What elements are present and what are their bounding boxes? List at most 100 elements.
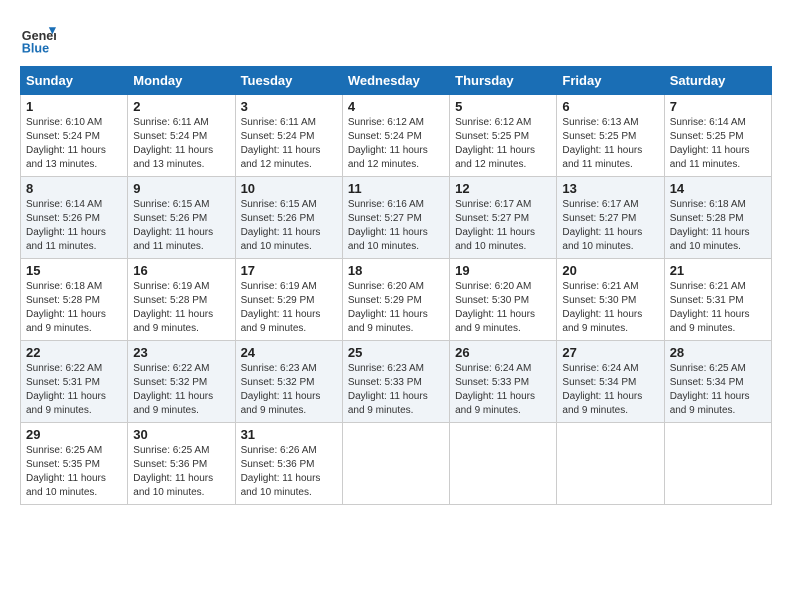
day-number: 21 bbox=[670, 263, 766, 278]
day-number: 29 bbox=[26, 427, 122, 442]
calendar-cell: 14 Sunrise: 6:18 AMSunset: 5:28 PMDayligh… bbox=[664, 177, 771, 259]
calendar-week-row: 22 Sunrise: 6:22 AMSunset: 5:31 PMDayligh… bbox=[21, 341, 772, 423]
day-info: Sunrise: 6:25 AMSunset: 5:35 PMDaylight:… bbox=[26, 444, 122, 500]
logo-icon: General Blue bbox=[20, 20, 56, 56]
day-info: Sunrise: 6:22 AMSunset: 5:31 PMDaylight:… bbox=[26, 362, 122, 418]
calendar-cell: 25Sunrise: 6:23 AMSunset: 5:33 PMDayligh… bbox=[342, 341, 449, 423]
day-number: 26 bbox=[455, 345, 551, 360]
calendar-cell bbox=[664, 423, 771, 505]
calendar-cell: 15 Sunrise: 6:18 AMSunset: 5:28 PMDayligh… bbox=[21, 259, 128, 341]
day-info: Sunrise: 6:11 AMSunset: 5:24 PMDaylight:… bbox=[133, 116, 229, 172]
day-number: 18 bbox=[348, 263, 444, 278]
calendar-cell: 8 Sunrise: 6:14 AMSunset: 5:26 PMDaylight… bbox=[21, 177, 128, 259]
day-info: Sunrise: 6:20 AMSunset: 5:29 PMDaylight:… bbox=[348, 280, 444, 336]
calendar-cell: 4 Sunrise: 6:12 AMSunset: 5:24 PMDaylight… bbox=[342, 95, 449, 177]
calendar-body: 1 Sunrise: 6:10 AMSunset: 5:24 PMDaylight… bbox=[21, 95, 772, 505]
day-number: 20 bbox=[562, 263, 658, 278]
day-number: 30 bbox=[133, 427, 229, 442]
day-info: Sunrise: 6:16 AMSunset: 5:27 PMDaylight:… bbox=[348, 198, 444, 254]
day-number: 19 bbox=[455, 263, 551, 278]
day-number: 12 bbox=[455, 181, 551, 196]
day-info: Sunrise: 6:12 AMSunset: 5:25 PMDaylight:… bbox=[455, 116, 551, 172]
day-info: Sunrise: 6:11 AMSunset: 5:24 PMDaylight:… bbox=[241, 116, 337, 172]
day-number: 1 bbox=[26, 99, 122, 114]
day-number: 4 bbox=[348, 99, 444, 114]
calendar-cell: 27 Sunrise: 6:24 AMSunset: 5:34 PMDayligh… bbox=[557, 341, 664, 423]
day-info: Sunrise: 6:24 AMSunset: 5:34 PMDaylight:… bbox=[562, 362, 658, 418]
day-of-week-header: Saturday bbox=[664, 67, 771, 95]
day-number: 23 bbox=[133, 345, 229, 360]
day-number: 5 bbox=[455, 99, 551, 114]
day-info: Sunrise: 6:18 AMSunset: 5:28 PMDaylight:… bbox=[26, 280, 122, 336]
day-info: Sunrise: 6:15 AMSunset: 5:26 PMDaylight:… bbox=[241, 198, 337, 254]
calendar-cell: 29 Sunrise: 6:25 AMSunset: 5:35 PMDayligh… bbox=[21, 423, 128, 505]
day-info: Sunrise: 6:26 AMSunset: 5:36 PMDaylight:… bbox=[241, 444, 337, 500]
day-info: Sunrise: 6:21 AMSunset: 5:30 PMDaylight:… bbox=[562, 280, 658, 336]
day-info: Sunrise: 6:12 AMSunset: 5:24 PMDaylight:… bbox=[348, 116, 444, 172]
calendar-cell: 22 Sunrise: 6:22 AMSunset: 5:31 PMDayligh… bbox=[21, 341, 128, 423]
day-number: 31 bbox=[241, 427, 337, 442]
day-number: 16 bbox=[133, 263, 229, 278]
calendar-cell: 17 Sunrise: 6:19 AMSunset: 5:29 PMDayligh… bbox=[235, 259, 342, 341]
day-info: Sunrise: 6:19 AMSunset: 5:29 PMDaylight:… bbox=[241, 280, 337, 336]
calendar-cell: 2 Sunrise: 6:11 AMSunset: 5:24 PMDaylight… bbox=[128, 95, 235, 177]
day-info: Sunrise: 6:18 AMSunset: 5:28 PMDaylight:… bbox=[670, 198, 766, 254]
day-number: 25 bbox=[348, 345, 444, 360]
calendar-cell: 11Sunrise: 6:16 AMSunset: 5:27 PMDayligh… bbox=[342, 177, 449, 259]
day-info: Sunrise: 6:17 AMSunset: 5:27 PMDaylight:… bbox=[455, 198, 551, 254]
day-number: 17 bbox=[241, 263, 337, 278]
day-number: 6 bbox=[562, 99, 658, 114]
day-number: 14 bbox=[670, 181, 766, 196]
day-info: Sunrise: 6:10 AMSunset: 5:24 PMDaylight:… bbox=[26, 116, 122, 172]
day-number: 28 bbox=[670, 345, 766, 360]
day-info: Sunrise: 6:23 AMSunset: 5:32 PMDaylight:… bbox=[241, 362, 337, 418]
calendar-cell: 20 Sunrise: 6:21 AMSunset: 5:30 PMDayligh… bbox=[557, 259, 664, 341]
day-number: 2 bbox=[133, 99, 229, 114]
day-number: 8 bbox=[26, 181, 122, 196]
day-info: Sunrise: 6:19 AMSunset: 5:28 PMDaylight:… bbox=[133, 280, 229, 336]
day-info: Sunrise: 6:22 AMSunset: 5:32 PMDaylight:… bbox=[133, 362, 229, 418]
calendar-table: SundayMondayTuesdayWednesdayThursdayFrid… bbox=[20, 66, 772, 505]
calendar-cell: 1 Sunrise: 6:10 AMSunset: 5:24 PMDaylight… bbox=[21, 95, 128, 177]
calendar-cell: 3Sunrise: 6:11 AMSunset: 5:24 PMDaylight… bbox=[235, 95, 342, 177]
logo: General Blue bbox=[20, 20, 56, 56]
calendar-cell: 6 Sunrise: 6:13 AMSunset: 5:25 PMDaylight… bbox=[557, 95, 664, 177]
day-info: Sunrise: 6:25 AMSunset: 5:36 PMDaylight:… bbox=[133, 444, 229, 500]
day-of-week-header: Thursday bbox=[450, 67, 557, 95]
day-number: 27 bbox=[562, 345, 658, 360]
calendar-week-row: 1 Sunrise: 6:10 AMSunset: 5:24 PMDaylight… bbox=[21, 95, 772, 177]
calendar-cell bbox=[342, 423, 449, 505]
calendar-cell: 13 Sunrise: 6:17 AMSunset: 5:27 PMDayligh… bbox=[557, 177, 664, 259]
day-of-week-header: Friday bbox=[557, 67, 664, 95]
day-info: Sunrise: 6:21 AMSunset: 5:31 PMDaylight:… bbox=[670, 280, 766, 336]
calendar-cell: 7Sunrise: 6:14 AMSunset: 5:25 PMDaylight… bbox=[664, 95, 771, 177]
calendar-cell: 19Sunrise: 6:20 AMSunset: 5:30 PMDayligh… bbox=[450, 259, 557, 341]
calendar-cell: 24Sunrise: 6:23 AMSunset: 5:32 PMDayligh… bbox=[235, 341, 342, 423]
calendar-cell: 23 Sunrise: 6:22 AMSunset: 5:32 PMDayligh… bbox=[128, 341, 235, 423]
day-info: Sunrise: 6:25 AMSunset: 5:34 PMDaylight:… bbox=[670, 362, 766, 418]
day-info: Sunrise: 6:15 AMSunset: 5:26 PMDaylight:… bbox=[133, 198, 229, 254]
day-number: 15 bbox=[26, 263, 122, 278]
page-header: General Blue bbox=[20, 20, 772, 56]
day-of-week-header: Wednesday bbox=[342, 67, 449, 95]
day-info: Sunrise: 6:13 AMSunset: 5:25 PMDaylight:… bbox=[562, 116, 658, 172]
day-number: 13 bbox=[562, 181, 658, 196]
day-number: 22 bbox=[26, 345, 122, 360]
calendar-week-row: 8 Sunrise: 6:14 AMSunset: 5:26 PMDaylight… bbox=[21, 177, 772, 259]
day-of-week-header: Monday bbox=[128, 67, 235, 95]
calendar-cell bbox=[450, 423, 557, 505]
calendar-cell: 18 Sunrise: 6:20 AMSunset: 5:29 PMDayligh… bbox=[342, 259, 449, 341]
day-info: Sunrise: 6:17 AMSunset: 5:27 PMDaylight:… bbox=[562, 198, 658, 254]
day-of-week-header: Sunday bbox=[21, 67, 128, 95]
calendar-cell: 21 Sunrise: 6:21 AMSunset: 5:31 PMDayligh… bbox=[664, 259, 771, 341]
day-info: Sunrise: 6:24 AMSunset: 5:33 PMDaylight:… bbox=[455, 362, 551, 418]
calendar-cell: 28 Sunrise: 6:25 AMSunset: 5:34 PMDayligh… bbox=[664, 341, 771, 423]
calendar-cell: 26 Sunrise: 6:24 AMSunset: 5:33 PMDayligh… bbox=[450, 341, 557, 423]
calendar-cell: 10Sunrise: 6:15 AMSunset: 5:26 PMDayligh… bbox=[235, 177, 342, 259]
calendar-cell: 9Sunrise: 6:15 AMSunset: 5:26 PMDaylight… bbox=[128, 177, 235, 259]
calendar-cell: 31 Sunrise: 6:26 AMSunset: 5:36 PMDayligh… bbox=[235, 423, 342, 505]
calendar-cell: 12 Sunrise: 6:17 AMSunset: 5:27 PMDayligh… bbox=[450, 177, 557, 259]
svg-text:Blue: Blue bbox=[22, 41, 49, 55]
day-number: 7 bbox=[670, 99, 766, 114]
day-info: Sunrise: 6:14 AMSunset: 5:26 PMDaylight:… bbox=[26, 198, 122, 254]
